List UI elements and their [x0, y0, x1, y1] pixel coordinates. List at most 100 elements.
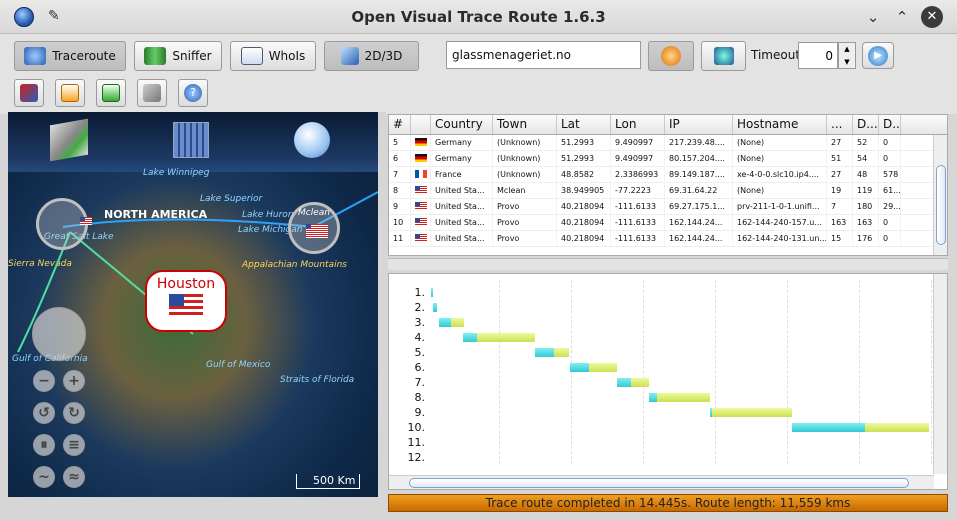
traceroute-button[interactable]: Traceroute — [14, 41, 126, 71]
table-row[interactable]: 8 United Sta... Mclean 38.949905 -77.2223 69.… — [389, 183, 947, 199]
column-header[interactable]: D... — [879, 115, 901, 134]
flag-icon — [415, 218, 427, 226]
latency-graph[interactable]: 1. 2. 3. 4. 5. 6. 7. 8. 9. 10. 11. 12. — [388, 273, 948, 490]
table-cell: United Sta... — [431, 215, 493, 230]
exaggeration-down-button[interactable]: ~ — [33, 466, 55, 488]
cube-icon — [340, 47, 359, 65]
hops-table[interactable]: #CountryTownLatLonIPHostname...D...D... … — [388, 114, 948, 256]
table-scrollbar[interactable] — [933, 135, 947, 255]
world-map[interactable]: NORTH AMERICA Lake Winnipeg Lake Superio… — [8, 112, 378, 497]
table-cell: Mclean — [493, 183, 557, 198]
column-header[interactable]: IP — [665, 115, 733, 134]
column-header[interactable]: Lat — [557, 115, 611, 134]
table-cell: 0 — [879, 231, 901, 246]
target-icon — [661, 46, 681, 66]
export-green-icon — [102, 84, 120, 102]
graph-scrollbar-h[interactable] — [389, 475, 934, 489]
grid-line — [787, 280, 788, 464]
table-cell: 7 — [389, 167, 411, 182]
table-cell: (Unknown) — [493, 151, 557, 166]
network-card-icon — [144, 47, 167, 65]
play-icon: ▶ — [868, 45, 888, 66]
host-input[interactable]: glassmenageriet.no — [446, 41, 641, 69]
table-cell: 0 — [879, 135, 901, 150]
tilt-down-button[interactable]: ⏸ — [33, 434, 55, 456]
rotate-left-button[interactable]: ↺ — [33, 402, 55, 424]
hop-label: 2. — [414, 301, 426, 314]
help-button[interactable]: ? — [178, 79, 208, 107]
scroll-thumb[interactable] — [936, 165, 946, 245]
timeout-input[interactable]: 0 — [798, 42, 838, 69]
whois-button[interactable]: WhoIs — [230, 41, 316, 71]
rotate-right-button[interactable]: ↻ — [63, 402, 85, 424]
vertical-splitter[interactable] — [378, 112, 386, 497]
table-cell: 51.2993 — [557, 135, 611, 150]
horizontal-splitter[interactable] — [388, 258, 948, 270]
hop-label: 12. — [407, 451, 426, 464]
hop-label: 4. — [414, 331, 426, 344]
table-cell: 38.949905 — [557, 183, 611, 198]
column-header[interactable]: ... — [827, 115, 853, 134]
network-interface-button[interactable] — [701, 41, 746, 71]
hop-label: 8. — [414, 391, 426, 404]
table-row[interactable]: 9 United Sta... Provo 40.218094 -111.6133 69.… — [389, 199, 947, 215]
close-button[interactable]: ✕ — [921, 6, 943, 28]
houston-callout[interactable]: Houston — [145, 270, 227, 332]
timeout-stepper[interactable]: ▲ ▼ — [838, 42, 856, 69]
table-row[interactable]: 11 United Sta... Provo 40.218094 -111.6133 16… — [389, 231, 947, 247]
table-cell: 48.8582 — [557, 167, 611, 182]
table-cell: 162-144-240-131.un... — [733, 231, 827, 246]
table-cell: -77.2223 — [611, 183, 665, 198]
column-header[interactable]: Town — [493, 115, 557, 134]
maximize-button[interactable]: ⌃ — [891, 6, 913, 28]
help-icon: ? — [184, 84, 202, 102]
replay-button[interactable] — [96, 79, 126, 107]
pan-control[interactable] — [32, 307, 86, 361]
column-header[interactable]: Hostname — [733, 115, 827, 134]
column-header[interactable]: # — [389, 115, 411, 134]
flag-icon — [415, 170, 427, 178]
view-mode-button[interactable]: 2D/3D — [324, 41, 419, 71]
dns-bar — [431, 288, 433, 297]
zoom-out-button[interactable]: − — [33, 370, 55, 392]
flag-cell — [411, 231, 431, 246]
tilt-up-button[interactable]: ≡ — [63, 434, 85, 456]
screenshot-button[interactable] — [14, 79, 44, 107]
table-cell: 578 — [879, 167, 901, 182]
minimize-button[interactable]: ⌄ — [862, 6, 884, 28]
dns-bar — [792, 423, 865, 432]
column-header[interactable]: Country — [431, 115, 493, 134]
network-globe-icon — [713, 47, 734, 65]
table-row[interactable]: 6 Germany (Unknown) 51.2993 9.490997 80.157.2… — [389, 151, 947, 167]
window-title: Open Visual Trace Route 1.6.3 — [351, 8, 606, 26]
export-button[interactable] — [55, 79, 85, 107]
table-cell: 7 — [827, 199, 853, 214]
column-header[interactable] — [411, 115, 431, 134]
table-row[interactable]: 5 Germany (Unknown) 51.2993 9.490997 217.239.… — [389, 135, 947, 151]
settings-button[interactable] — [137, 79, 167, 107]
column-header[interactable]: Lon — [611, 115, 665, 134]
graph-scrollbar-v[interactable] — [933, 274, 947, 474]
view-mode-label: 2D/3D — [364, 49, 403, 63]
latency-bar — [712, 408, 792, 417]
play-button[interactable]: ▶ — [862, 42, 894, 69]
table-cell: xe-4-0-0.slc10.ip4.... — [733, 167, 827, 182]
table-cell: United Sta... — [431, 231, 493, 246]
exaggeration-up-button[interactable]: ≈ — [63, 466, 85, 488]
graph-scroll-thumb[interactable] — [409, 478, 909, 488]
table-row[interactable]: 7 France (Unknown) 48.8582 2.3386993 89.149.1… — [389, 167, 947, 183]
column-header[interactable]: D... — [853, 115, 879, 134]
zoom-in-button[interactable]: + — [63, 370, 85, 392]
sniffer-button[interactable]: Sniffer — [134, 41, 222, 71]
table-cell: 9.490997 — [611, 135, 665, 150]
start-trace-button[interactable] — [648, 41, 694, 71]
flag-cell — [411, 135, 431, 150]
latency-bar — [589, 363, 617, 372]
table-row[interactable]: 10 United Sta... Provo 40.218094 -111.6133 16… — [389, 215, 947, 231]
flag-cell — [411, 199, 431, 214]
table-cell: -111.6133 — [611, 215, 665, 230]
screenshot-icon — [20, 84, 38, 102]
traceroute-label: Traceroute — [52, 49, 116, 63]
table-cell: France — [431, 167, 493, 182]
table-cell: 80.157.204.... — [665, 151, 733, 166]
